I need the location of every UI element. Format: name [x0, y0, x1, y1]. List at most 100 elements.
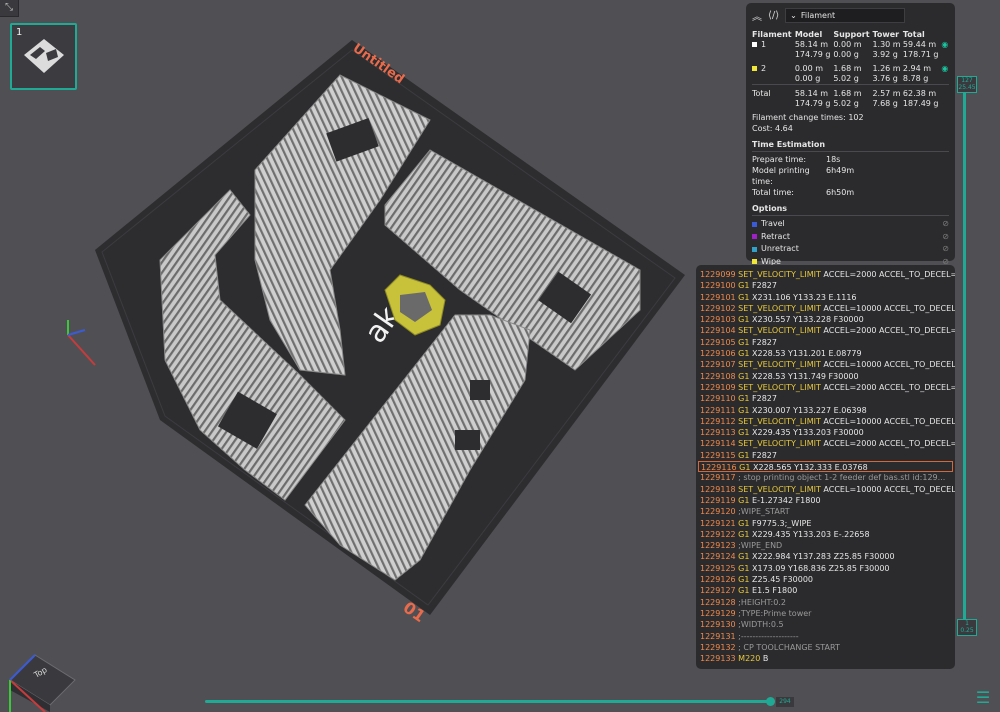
gcode-line[interactable]: 1229122 G1 X229.435 Y133.203 E-.22658	[698, 529, 953, 540]
gcode-line[interactable]: 1229100 G1 F2827	[698, 280, 953, 291]
gcode-command: G1	[738, 292, 753, 302]
gcode-line[interactable]: 1229110 G1 F2827	[698, 393, 953, 404]
time-estimation-title: Time Estimation	[752, 140, 949, 152]
eye-hidden-icon[interactable]: ⊘	[942, 243, 949, 256]
filament-id-cell: 2	[752, 64, 795, 85]
gcode-args: ; CP TOOLCHANGE START	[738, 642, 840, 652]
line-number: 1229108	[700, 371, 739, 381]
line-number: 1229128	[700, 597, 739, 607]
gcode-line[interactable]: 1229099 SET_VELOCITY_LIMIT ACCEL=2000 AC…	[698, 269, 955, 280]
eye-icon[interactable]: ◉	[941, 64, 948, 73]
cost-value: 4.64	[775, 124, 793, 133]
gcode-line-current[interactable]: 1229116 G1 X228.565 Y132.333 E.03768	[698, 461, 953, 473]
gcode-command: G1	[738, 450, 753, 460]
total-usage: 2.94 m 8.78 g	[902, 64, 932, 83]
gcode-command: G1	[738, 405, 753, 415]
view-cube[interactable]: Top	[9, 654, 76, 712]
gcode-command: G1	[738, 529, 753, 539]
eye-hidden-icon[interactable]: ⊘	[942, 231, 949, 244]
gcode-line[interactable]: 1229112 SET_VELOCITY_LIMIT ACCEL=10000 A…	[698, 416, 955, 427]
gcode-line[interactable]: 1229114 SET_VELOCITY_LIMIT ACCEL=2000 AC…	[698, 438, 955, 449]
gcode-line[interactable]: 1229109 SET_VELOCITY_LIMIT ACCEL=2000 AC…	[698, 382, 955, 393]
time-estimation-list: Prepare time: 18s Model printing time: 6h49…	[752, 154, 949, 198]
cost-label: Cost:	[752, 124, 773, 133]
code-icon[interactable]: ⟨/⟩	[768, 10, 779, 21]
gcode-line[interactable]: 1229126 G1 Z25.45 F30000	[698, 574, 953, 585]
view-type-dropdown[interactable]: ⌄ Filament	[785, 7, 906, 23]
move-slider-track[interactable]	[205, 700, 768, 703]
filament-row: 2 0.00 m 0.00 g 1.68 m 5.02 g 1.26 m 3.76 g 2.9…	[752, 64, 949, 85]
gcode-line[interactable]: 1229104 SET_VELOCITY_LIMIT ACCEL=2000 AC…	[698, 325, 955, 336]
layer-slider-track[interactable]	[963, 87, 966, 620]
layers-icon[interactable]: ☰	[972, 688, 994, 708]
filament-row: 1 58.14 m 174.79 g 0.00 m 0.00 g 1.30 m 3.92 g…	[752, 40, 949, 60]
line-number: 1229132	[700, 642, 739, 652]
line-number: 1229110	[700, 394, 739, 404]
gcode-line[interactable]: 1229124 G1 X222.984 Y137.283 Z25.85 F300…	[698, 551, 953, 562]
gcode-args: X228.53 Y131.749 F30000	[752, 371, 859, 381]
option-travel[interactable]: Travel ⊘	[752, 218, 949, 231]
option-label: Travel	[761, 219, 785, 228]
gcode-line[interactable]: 1229128 ;HEIGHT:0.2	[698, 597, 953, 608]
gcode-command: G1	[738, 315, 753, 325]
gcode-line[interactable]: 1229102 SET_VELOCITY_LIMIT ACCEL=10000 A…	[698, 303, 955, 314]
gcode-line[interactable]: 1229106 G1 X228.53 Y131.201 E.08779	[698, 348, 953, 359]
line-number: 1229099	[700, 270, 739, 279]
gcode-line[interactable]: 1229131 ;--------------------	[698, 631, 953, 642]
gcode-viewer[interactable]: 1229099 SET_VELOCITY_LIMIT ACCEL=2000 AC…	[696, 265, 955, 669]
option-label: Unretract	[761, 244, 799, 253]
expand-arrows-icon[interactable]: ⤡	[0, 0, 19, 17]
tower-usage: 1.30 m 3.92 g	[872, 40, 901, 59]
gcode-line[interactable]: 1229113 G1 X229.435 Y133.203 F30000	[698, 427, 953, 438]
line-number: 1229129	[700, 608, 739, 618]
column-header-total: Total	[902, 30, 925, 39]
layer-slider-bottom-handle[interactable]: 1 0.25	[957, 619, 977, 636]
gcode-command: G1	[738, 563, 753, 573]
model-usage: 0.00 m 0.00 g	[794, 64, 823, 83]
gcode-line[interactable]: 1229101 G1 X231.106 Y133.23 E.1116	[698, 292, 953, 303]
eye-icon[interactable]: ◉	[941, 40, 948, 49]
gcode-line[interactable]: 1229105 G1 F2827	[698, 337, 953, 348]
gcode-args: F2827	[752, 281, 777, 291]
tower-usage: 1.26 m 3.76 g	[872, 64, 901, 83]
gcode-line[interactable]: 1229119 G1 E-1.27342 F1800	[698, 495, 953, 506]
gcode-line[interactable]: 1229108 G1 X228.53 Y131.749 F30000	[698, 371, 953, 382]
gcode-command: G1	[738, 552, 753, 562]
gcode-line[interactable]: 1229103 G1 X230.557 Y133.228 F30000	[698, 314, 953, 325]
move-slider-handle[interactable]	[766, 697, 775, 706]
gcode-line[interactable]: 1229125 G1 X173.09 Y168.836 Z25.85 F3000…	[698, 563, 953, 574]
gcode-line[interactable]: 1229123 ;WIPE_END	[698, 540, 953, 551]
line-number: 1229126	[700, 575, 739, 585]
gcode-line[interactable]: 1229127 G1 E1.5 F1800	[698, 585, 953, 596]
gcode-args: ;WIPE_END	[738, 541, 783, 551]
gcode-line[interactable]: 1229115 G1 F2827	[698, 450, 953, 461]
layer-slider-top-handle[interactable]: 127 25.45	[957, 76, 977, 93]
gcode-args: X228.565 Y132.333 E.03768	[753, 463, 868, 473]
line-number: 1229116	[701, 463, 740, 473]
gcode-command: SET_VELOCITY_LIMIT	[738, 416, 824, 426]
gcode-line[interactable]: 1229132 ; CP TOOLCHANGE START	[698, 642, 953, 653]
line-number: 1229131	[700, 631, 739, 641]
gcode-line[interactable]: 1229118 SET_VELOCITY_LIMIT ACCEL=10000 A…	[698, 484, 955, 495]
gcode-args: X230.557 Y133.228 F30000	[752, 315, 864, 325]
chevron-up-icon[interactable]: ︽	[752, 8, 762, 23]
gcode-args: F9775.3;_WIPE	[752, 518, 812, 528]
filament-change-label: Filament change times:	[752, 113, 846, 122]
gcode-line[interactable]: 1229111 G1 X230.007 Y133.227 E.06398	[698, 405, 953, 416]
gcode-line[interactable]: 1229129 ;TYPE:Prime tower	[698, 608, 953, 619]
gcode-line[interactable]: 1229117 ; stop printing object 1-2 feede…	[698, 472, 953, 483]
option-retract[interactable]: Retract ⊘	[752, 231, 949, 244]
view-type-label: Filament	[800, 10, 836, 20]
option-unretract[interactable]: Unretract ⊘	[752, 243, 949, 256]
gcode-line[interactable]: 1229133 M220 B	[698, 653, 953, 664]
eye-hidden-icon[interactable]: ⊘	[942, 218, 949, 231]
gcode-command: G1	[738, 337, 753, 347]
gcode-line[interactable]: 1229120 ;WIPE_START	[698, 506, 953, 517]
chevron-down-icon: ⌄	[790, 10, 797, 20]
total-support: 1.68 m 5.02 g	[833, 89, 862, 108]
gcode-line[interactable]: 1229121 G1 F9775.3;_WIPE	[698, 518, 953, 529]
total-tower: 2.57 m 7.68 g	[872, 89, 901, 108]
gcode-line[interactable]: 1229107 SET_VELOCITY_LIMIT ACCEL=10000 A…	[698, 359, 955, 370]
plate-thumbnail[interactable]: 1	[10, 23, 77, 90]
gcode-line[interactable]: 1229130 ;WIDTH:0.5	[698, 619, 953, 630]
